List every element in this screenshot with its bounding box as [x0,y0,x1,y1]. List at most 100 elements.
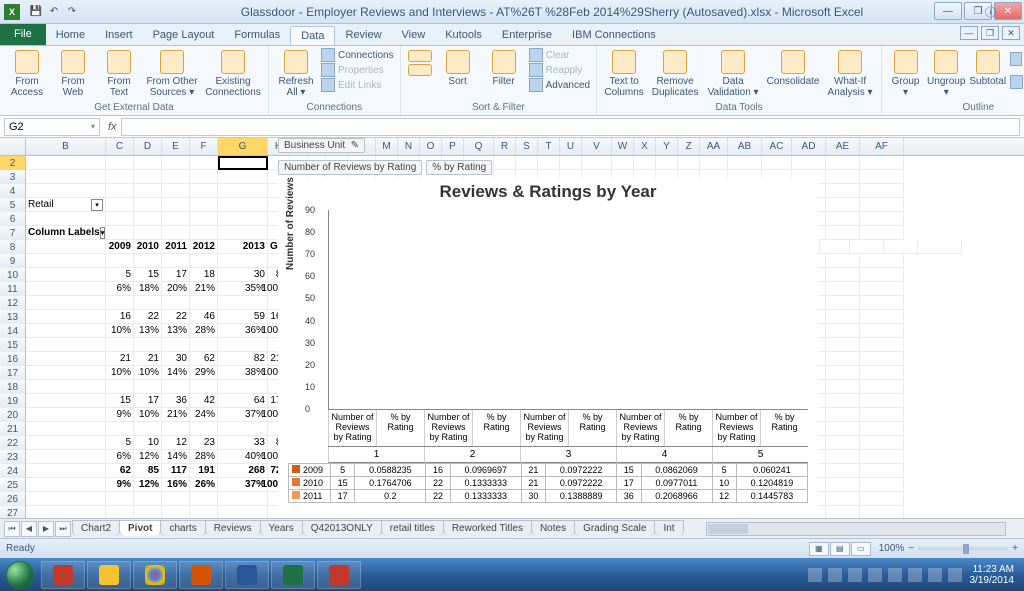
cell[interactable]: 46 [190,310,218,324]
cell[interactable] [106,380,134,394]
cell[interactable] [826,366,860,380]
row-header[interactable]: 13 [0,310,26,324]
cell[interactable] [106,422,134,436]
minimize-button[interactable]: — [934,2,962,20]
cell[interactable]: 29% [190,366,218,380]
cell[interactable] [826,352,860,366]
cell[interactable]: 10% [106,324,134,338]
metric-button-pct[interactable]: % by Rating [426,160,492,175]
consolidate-button[interactable]: Consolidate [765,48,821,87]
column-header[interactable]: P [442,138,464,155]
properties-button[interactable]: Properties [321,63,394,77]
cell[interactable] [860,198,904,212]
cell[interactable] [190,380,218,394]
cell[interactable] [162,492,190,506]
cell[interactable]: 15 [134,268,162,282]
column-header[interactable]: AB [728,138,762,155]
cell[interactable] [860,268,904,282]
cell[interactable] [190,156,218,170]
row-header[interactable]: 23 [0,450,26,464]
ribbon-tab-data[interactable]: Data [290,26,335,45]
cell[interactable] [826,296,860,310]
cell[interactable] [190,506,218,518]
tab-nav-next[interactable]: ▶ [38,521,54,537]
tab-nav-prev[interactable]: ◀ [21,521,37,537]
row-header[interactable]: 17 [0,366,26,380]
cell[interactable]: Retail▾ [26,198,106,212]
cell[interactable] [656,156,678,170]
fx-icon[interactable]: fx [108,121,117,133]
worksheet-area[interactable]: BCDEFGHIJKLMNOPQRSTUVWXYZAAABACADAEAF 23… [0,138,1024,518]
page-layout-view-button[interactable]: ▤ [830,542,850,556]
cell[interactable] [860,436,904,450]
cell[interactable] [218,380,268,394]
sheet-tab-int[interactable]: Int [654,520,683,536]
cell[interactable]: 17 [134,394,162,408]
refresh-all-button[interactable]: Refresh All ▾ [275,48,317,98]
cell[interactable]: 59 [218,310,268,324]
cell[interactable] [826,464,860,478]
reapply-button[interactable]: Reapply [529,63,590,77]
cell[interactable]: 62 [106,464,134,478]
cell[interactable] [26,254,106,268]
cell[interactable] [826,254,860,268]
cell[interactable]: 6% [106,282,134,296]
ribbon-tab-formulas[interactable]: Formulas [224,26,290,45]
page-break-view-button[interactable]: ▭ [851,542,871,556]
cell[interactable] [826,422,860,436]
row-header[interactable]: 15 [0,338,26,352]
cell[interactable] [860,464,904,478]
cell[interactable] [26,310,106,324]
cell[interactable] [162,184,190,198]
clear-button[interactable]: Clear [529,48,590,62]
cell[interactable] [826,198,860,212]
row-header[interactable]: 5 [0,198,26,212]
row-header[interactable]: 10 [0,268,26,282]
row-header[interactable]: 27 [0,506,26,518]
cell[interactable] [134,380,162,394]
cell[interactable] [634,156,656,170]
cell[interactable] [26,380,106,394]
sheet-tab-q42013only[interactable]: Q42013ONLY [302,520,382,536]
sheet-tab-reviews[interactable]: Reviews [205,520,261,536]
cell[interactable]: 16 [106,310,134,324]
cell[interactable] [190,492,218,506]
cell[interactable]: 12% [134,450,162,464]
cell[interactable] [26,492,106,506]
cell[interactable]: 64 [218,394,268,408]
cell[interactable] [134,226,162,240]
from-web-button[interactable]: From Web [52,48,94,98]
subtotal-button[interactable]: Subtotal [969,48,1006,87]
cell[interactable]: Column Labels▾ [26,226,106,240]
text-to-columns-button[interactable]: Text to Columns [603,48,645,98]
cell[interactable] [134,170,162,184]
from-text-button[interactable]: From Text [98,48,140,98]
cell[interactable] [826,436,860,450]
cell[interactable]: 23 [190,436,218,450]
cell[interactable] [106,296,134,310]
column-header[interactable]: AD [792,138,826,155]
cell[interactable] [162,380,190,394]
cell[interactable]: 5 [106,268,134,282]
cell[interactable] [26,170,106,184]
cell[interactable] [218,226,268,240]
column-header[interactable]: AC [762,138,792,155]
cell[interactable] [162,506,190,518]
cell[interactable] [106,198,134,212]
name-box[interactable]: G2▾ [4,118,100,136]
cell[interactable]: 26% [190,478,218,492]
cell[interactable]: 13% [162,324,190,338]
cell[interactable]: 10 [134,436,162,450]
cell[interactable] [162,170,190,184]
cell[interactable] [190,296,218,310]
cell[interactable] [860,478,904,492]
cell[interactable]: 62 [190,352,218,366]
tab-nav-first[interactable]: ⏮ [4,521,20,537]
cell[interactable]: 30 [218,268,268,282]
cell[interactable]: 21% [162,408,190,422]
cell[interactable] [218,156,268,170]
show-detail-button[interactable]: Show Detail [1010,48,1024,70]
cell[interactable] [26,184,106,198]
cell[interactable] [106,226,134,240]
ribbon-tab-insert[interactable]: Insert [95,26,143,45]
